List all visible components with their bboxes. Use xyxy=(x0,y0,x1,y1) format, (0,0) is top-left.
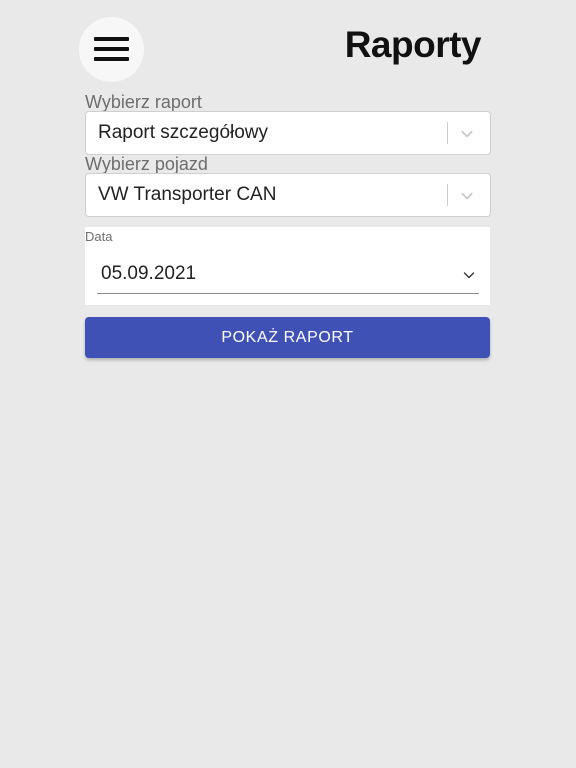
menu-button[interactable] xyxy=(79,17,144,82)
chevron-down-icon[interactable] xyxy=(463,270,475,280)
chevron-down-icon[interactable] xyxy=(459,126,475,142)
page-title: Raporty xyxy=(344,24,482,65)
vehicle-select-value: VW Transporter CAN xyxy=(98,184,277,205)
report-select-label: Wybierz raport xyxy=(85,92,202,112)
date-input-value: 05.09.2021 xyxy=(101,263,197,284)
date-field: Data 05.09.2021 xyxy=(85,227,490,305)
vehicle-select-label: Wybierz pojazd xyxy=(85,154,208,174)
hamburger-menu-icon-bottom-bar xyxy=(94,57,129,61)
chevron-down-icon[interactable] xyxy=(459,188,475,204)
date-input[interactable]: 05.09.2021 xyxy=(97,257,479,294)
report-select-value: Raport szczegółowy xyxy=(98,122,269,143)
hamburger-menu-icon-middle-bar xyxy=(94,47,129,51)
vehicle-select[interactable]: VW Transporter CAN xyxy=(85,173,491,217)
select-separator xyxy=(447,184,448,206)
date-field-label: Data xyxy=(85,229,113,244)
report-select[interactable]: Raport szczegółowy xyxy=(85,111,491,155)
show-report-button[interactable]: POKAŻ RAPORT xyxy=(85,317,490,358)
hamburger-menu-icon-top-bar xyxy=(94,37,129,41)
select-separator xyxy=(447,122,448,144)
